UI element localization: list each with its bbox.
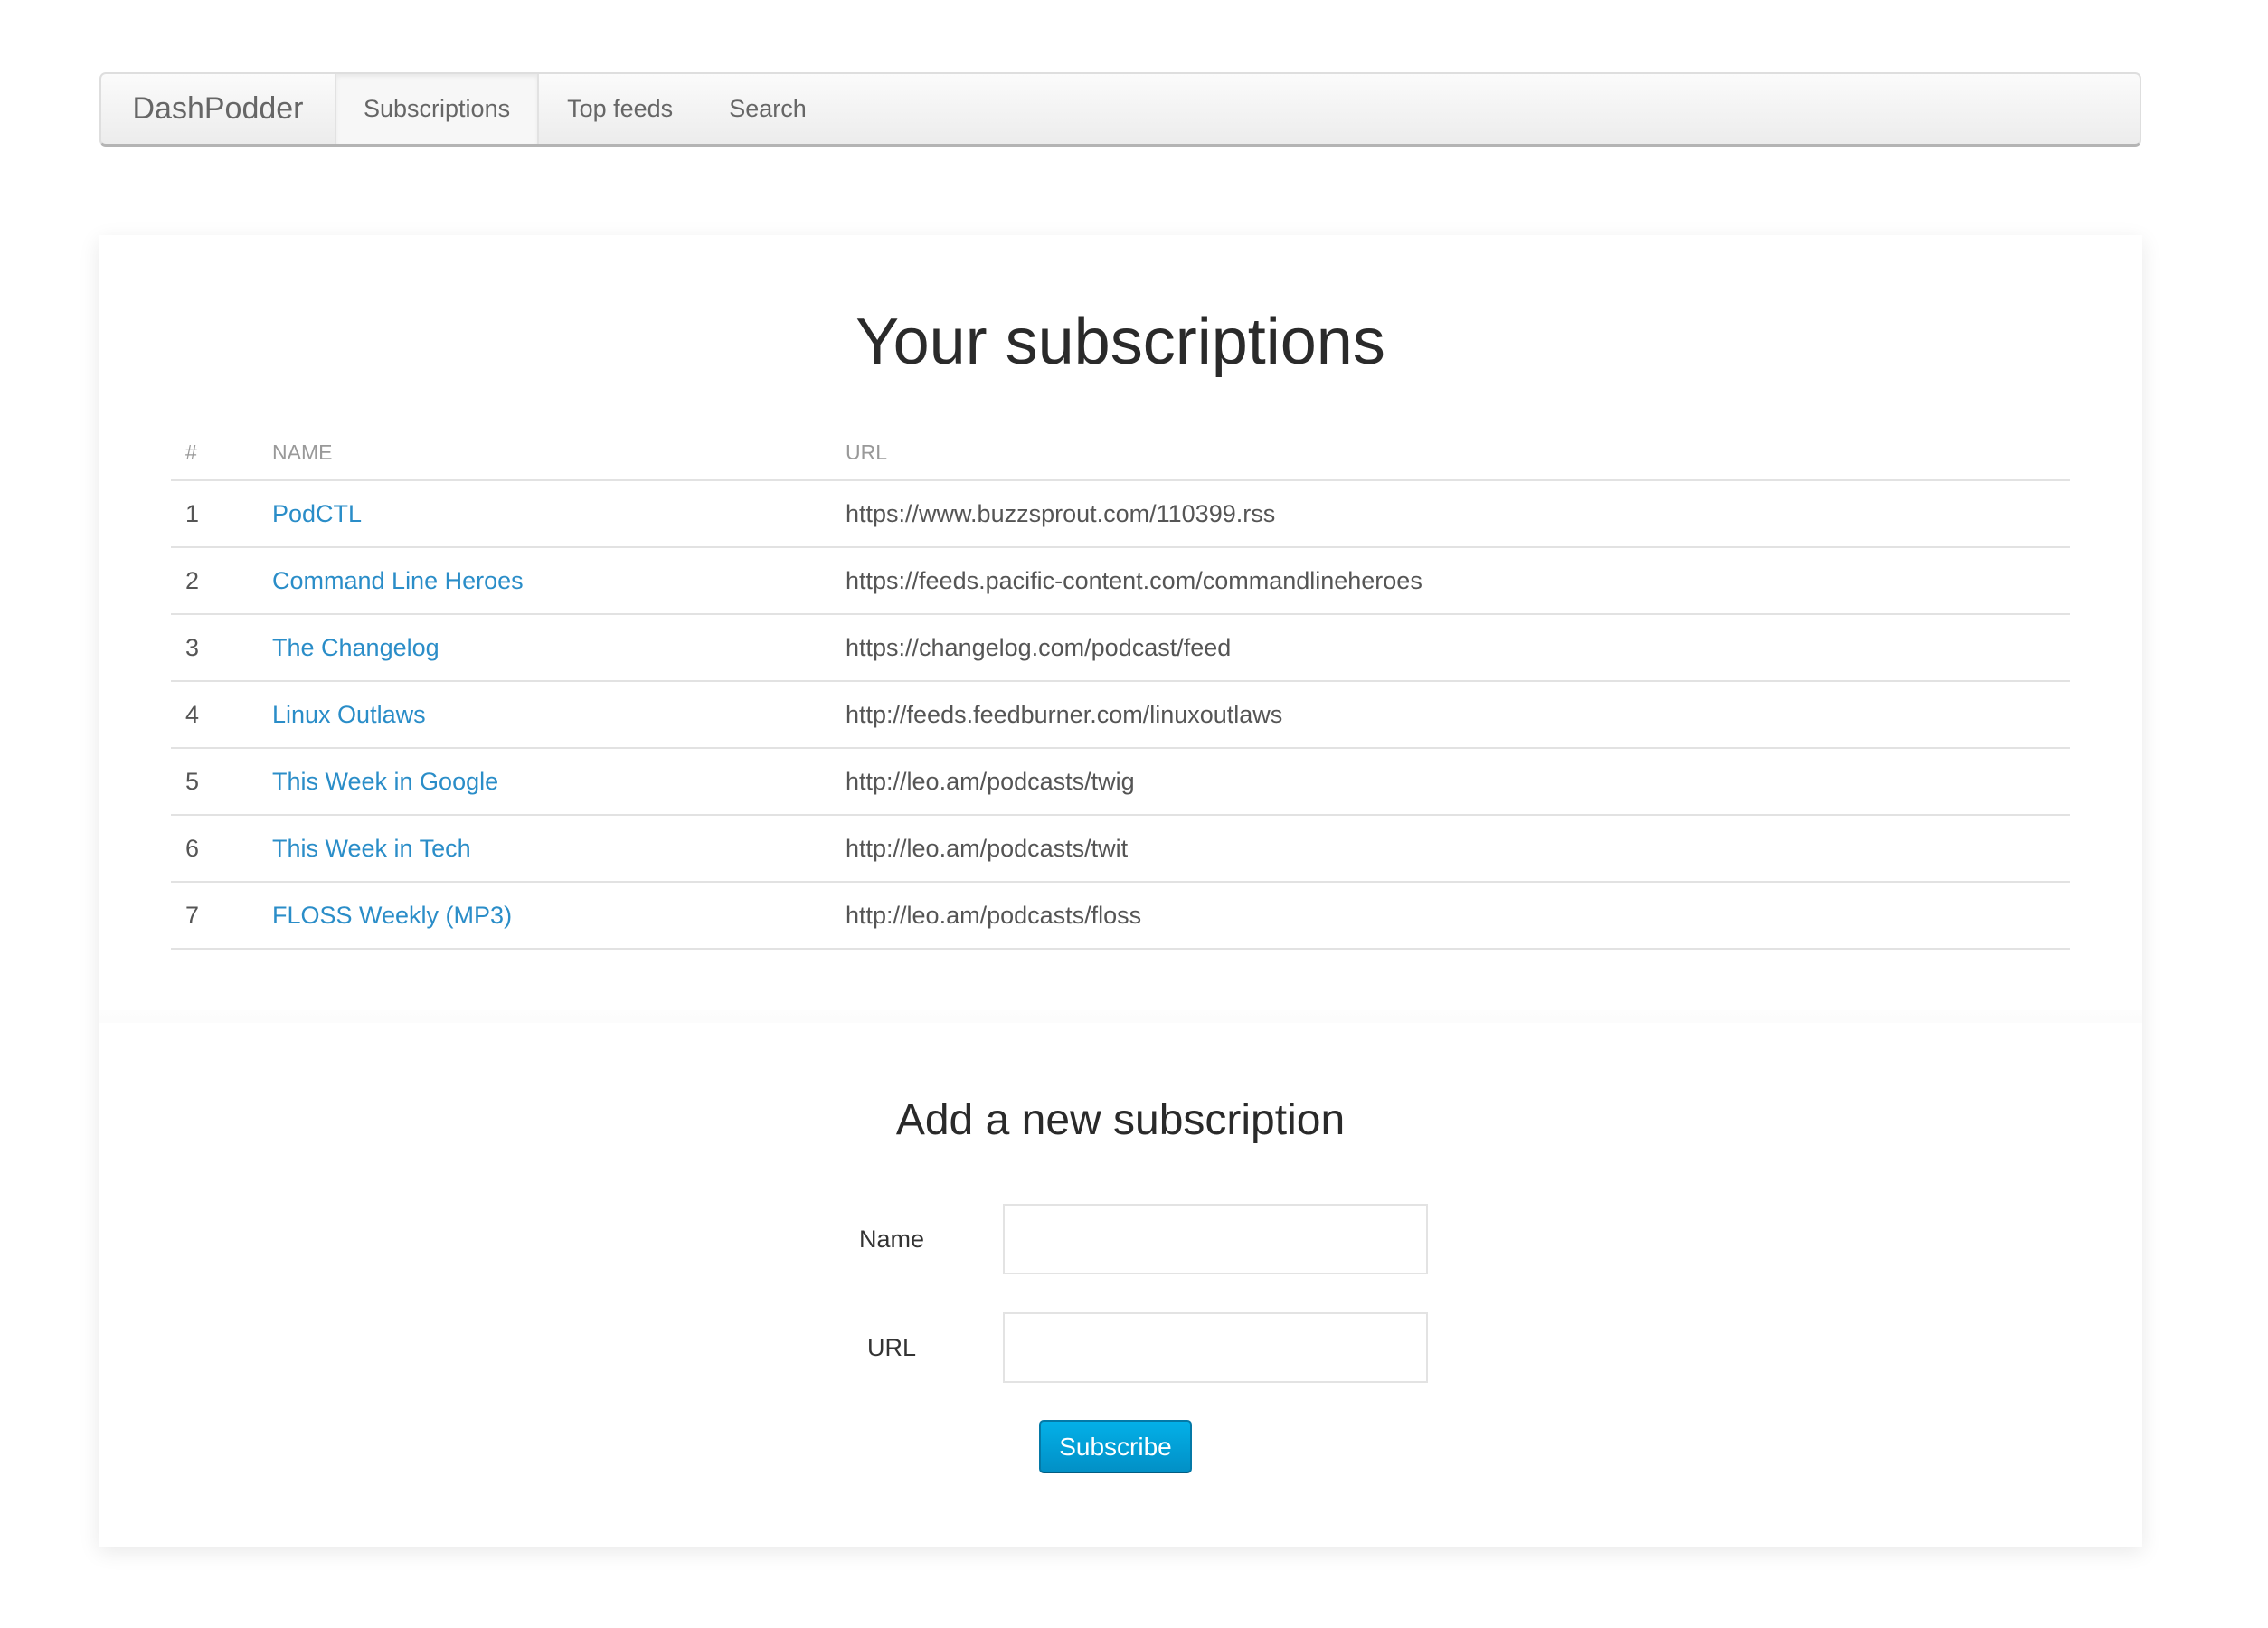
podcast-name-link[interactable]: The Changelog: [272, 634, 439, 661]
podcast-url: http://leo.am/podcasts/twig: [846, 748, 2070, 816]
table-row: 2 Command Line Heroes https://feeds.paci…: [171, 547, 2070, 615]
table-row: 3 The Changelog https://changelog.com/po…: [171, 614, 2070, 682]
podcast-name-link[interactable]: FLOSS Weekly (MP3): [272, 902, 512, 929]
main-card: Your subscriptions # NAME URL 1 PodCTL h…: [99, 235, 2142, 1547]
url-label: URL: [866, 1333, 916, 1361]
name-input[interactable]: [1003, 1204, 1428, 1274]
podcast-name-link[interactable]: This Week in Tech: [272, 835, 471, 862]
name-form-row: Name: [99, 1204, 2142, 1274]
podcast-url: https://changelog.com/podcast/feed: [846, 614, 2070, 682]
table-row: 7 FLOSS Weekly (MP3) http://leo.am/podca…: [171, 882, 2070, 950]
table-row: 5 This Week in Google http://leo.am/podc…: [171, 748, 2070, 816]
row-number: 2: [171, 547, 272, 615]
table-row: 1 PodCTL https://www.buzzsprout.com/1103…: [171, 480, 2070, 548]
section-divider: [99, 1010, 2142, 1023]
podcast-name-link[interactable]: Linux Outlaws: [272, 701, 426, 728]
row-number: 3: [171, 614, 272, 682]
row-number: 6: [171, 815, 272, 883]
table-row: 6 This Week in Tech http://leo.am/podcas…: [171, 815, 2070, 883]
nav-tab-top-feeds[interactable]: Top feeds: [539, 74, 701, 144]
column-header-number: #: [171, 425, 272, 481]
page-title: Your subscriptions: [855, 306, 1385, 378]
row-number: 1: [171, 480, 272, 548]
column-header-url: URL: [846, 425, 2070, 481]
brand-link[interactable]: DashPodder: [101, 74, 335, 144]
podcast-url: http://leo.am/podcasts/floss: [846, 882, 2070, 950]
podcast-url: http://leo.am/podcasts/twit: [846, 815, 2070, 883]
row-number: 4: [171, 681, 272, 749]
table-row: 4 Linux Outlaws http://feeds.feedburner.…: [171, 681, 2070, 749]
podcast-url: http://feeds.feedburner.com/linuxoutlaws: [846, 681, 2070, 749]
podcast-url: https://feeds.pacific-content.com/comman…: [846, 547, 2070, 615]
table-header-row: # NAME URL: [171, 425, 2070, 481]
podcast-name-link[interactable]: This Week in Google: [272, 768, 498, 795]
row-number: 7: [171, 882, 272, 950]
nav-tab-subscriptions[interactable]: Subscriptions: [335, 74, 540, 144]
add-subscription-title: Add a new subscription: [895, 1096, 1346, 1144]
podcast-name-link[interactable]: PodCTL: [272, 500, 362, 527]
podcast-name-link[interactable]: Command Line Heroes: [272, 567, 524, 594]
name-label: Name: [858, 1225, 925, 1253]
nav-tab-search[interactable]: Search: [701, 74, 835, 144]
top-navbar: DashPodder Subscriptions Top feeds Searc…: [99, 72, 2141, 147]
url-form-row: URL: [99, 1312, 2142, 1383]
subscribe-button[interactable]: Subscribe: [1039, 1420, 1192, 1473]
subscriptions-table: # NAME URL 1 PodCTL https://www.buzzspro…: [171, 425, 2070, 950]
url-input[interactable]: [1003, 1312, 1428, 1383]
column-header-name: NAME: [272, 425, 846, 481]
podcast-url: https://www.buzzsprout.com/110399.rss: [846, 480, 2070, 548]
row-number: 5: [171, 748, 272, 816]
